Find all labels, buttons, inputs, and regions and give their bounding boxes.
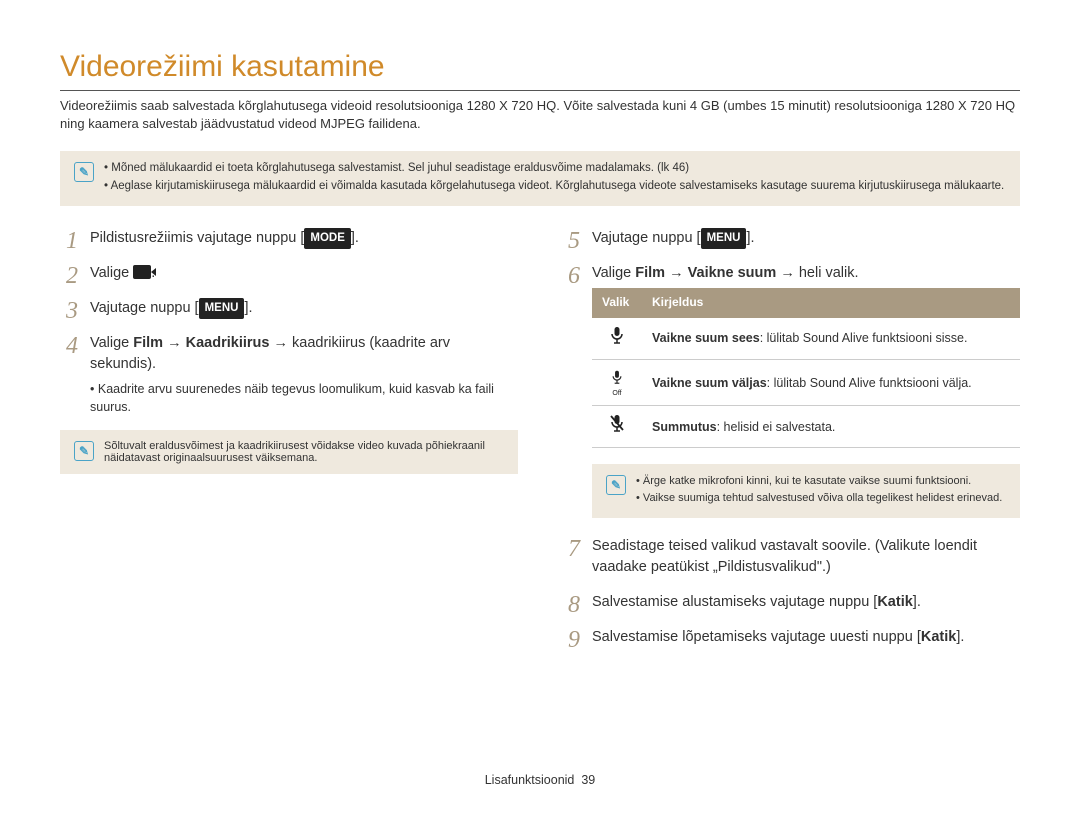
- left-column: Pildistusrežiimis vajutage nuppu [MODE].…: [60, 228, 518, 662]
- right-note-box: ✎ Ärge katke mikrofoni kinni, kui te kas…: [592, 464, 1020, 518]
- footer-label: Lisafunktsioonid: [485, 773, 575, 787]
- step-text: ].: [956, 629, 964, 645]
- title-rule: [60, 90, 1020, 91]
- cell-text: : lülitab Sound Alive funktsiooni välja.: [767, 376, 972, 390]
- note-icon: ✎: [74, 162, 94, 182]
- arrow: →: [269, 335, 292, 351]
- note-icon: ✎: [606, 475, 626, 495]
- arrow: →: [163, 335, 186, 351]
- menu-button-label: MENU: [199, 298, 245, 319]
- table-row: Vaikne suum sees: lülitab Sound Alive fu…: [592, 318, 1020, 360]
- arrow: →: [665, 265, 688, 281]
- mode-button-label: MODE: [304, 228, 351, 249]
- step-bold: Katik: [877, 594, 912, 610]
- mic-mute-icon: [592, 406, 642, 448]
- top-note-content: Mõned mälukaardid ei toeta kõrglahutuseg…: [104, 161, 1004, 196]
- options-table: Valik Kirjeldus Vaikne suum sees: lülita…: [592, 288, 1020, 448]
- step-text: ].: [746, 230, 754, 246]
- step-text: ].: [351, 230, 359, 246]
- step-text: Pildistusrežiimis vajutage nuppu [: [90, 230, 304, 246]
- step-text: Valige: [90, 265, 133, 281]
- step-bold: Film: [133, 335, 163, 351]
- cell-bold: Summutus: [652, 420, 717, 434]
- cell-text: : helisid ei salvestata.: [717, 420, 836, 434]
- cell-bold: Vaikne suum sees: [652, 331, 760, 345]
- top-note-item: Aeglase kirjutamiskiirusega mälukaardid …: [104, 179, 1004, 195]
- step-9: Salvestamise lõpetamiseks vajutage uuest…: [562, 627, 1020, 648]
- step-8: Salvestamise alustamiseks vajutage nuppu…: [562, 592, 1020, 613]
- step-1: Pildistusrežiimis vajutage nuppu [MODE].: [60, 228, 518, 249]
- step-text: heli valik.: [799, 265, 859, 281]
- cell-text: : lülitab Sound Alive funktsiooni sisse.: [760, 331, 968, 345]
- step-4-bullet: Kaadrite arvu suurenedes näib tegevus lo…: [90, 381, 518, 416]
- step-6: Valige Film → Vaikne suum → heli valik. …: [562, 263, 1020, 518]
- footer: Lisafunktsioonid 39: [0, 773, 1080, 787]
- step-text: Valige: [90, 335, 133, 351]
- arrow: →: [776, 265, 799, 281]
- table-header-valik: Valik: [592, 288, 642, 317]
- mic-on-icon: [592, 318, 642, 360]
- mic-off-icon: Off: [592, 360, 642, 406]
- step-text: Valige: [592, 265, 635, 281]
- left-note-content: Sõltuvalt eraldusvõimest ja kaadrikiirus…: [104, 440, 504, 464]
- table-header-kirjeldus: Kirjeldus: [642, 288, 1020, 317]
- step-bold: Film: [635, 265, 665, 281]
- cell-bold: Vaikne suum väljas: [652, 376, 767, 390]
- step-bold: Katik: [921, 629, 956, 645]
- step-bold: Vaikne suum: [688, 265, 777, 281]
- note-icon: ✎: [74, 441, 94, 461]
- step-2: Valige .: [60, 263, 518, 284]
- right-note-item: Vaikse suumiga tehtud salvestused võiva …: [636, 491, 1002, 506]
- step-text: Salvestamise alustamiseks vajutage nuppu…: [592, 594, 877, 610]
- right-note-item: Ärge katke mikrofoni kinni, kui te kasut…: [636, 474, 1002, 489]
- right-column: Vajutage nuppu [MENU]. Valige Film → Vai…: [562, 228, 1020, 662]
- top-note-box: ✎ Mõned mälukaardid ei toeta kõrglahutus…: [60, 151, 1020, 206]
- step-4: Valige Film → Kaadrikiirus → kaadrikiiru…: [60, 333, 518, 416]
- step-5: Vajutage nuppu [MENU].: [562, 228, 1020, 249]
- video-mode-icon: [133, 265, 151, 279]
- step-3: Vajutage nuppu [MENU].: [60, 298, 518, 319]
- step-text: Vajutage nuppu [: [90, 300, 199, 316]
- step-text: Vajutage nuppu [: [592, 230, 701, 246]
- step-text: ].: [913, 594, 921, 610]
- intro-text: Videorežiimis saab salvestada kõrglahutu…: [60, 97, 1020, 133]
- step-7: Seadistage teised valikud vastavalt soov…: [562, 536, 1020, 578]
- menu-button-label: MENU: [701, 228, 747, 249]
- step-text: Salvestamise lõpetamiseks vajutage uuest…: [592, 629, 921, 645]
- footer-page: 39: [581, 773, 595, 787]
- step-bold: Kaadrikiirus: [186, 335, 270, 351]
- step-text: ].: [244, 300, 252, 316]
- table-row: Summutus: helisid ei salvestata.: [592, 406, 1020, 448]
- top-note-item: Mõned mälukaardid ei toeta kõrglahutuseg…: [104, 161, 1004, 177]
- left-note-text: Sõltuvalt eraldusvõimest ja kaadrikiirus…: [104, 440, 485, 464]
- left-note-box: ✎ Sõltuvalt eraldusvõimest ja kaadrikiir…: [60, 430, 518, 474]
- table-row: Off Vaikne suum väljas: lülitab Sound Al…: [592, 360, 1020, 406]
- page-title: Videorežiimi kasutamine: [60, 50, 1020, 84]
- right-note-content: Ärge katke mikrofoni kinni, kui te kasut…: [636, 474, 1002, 508]
